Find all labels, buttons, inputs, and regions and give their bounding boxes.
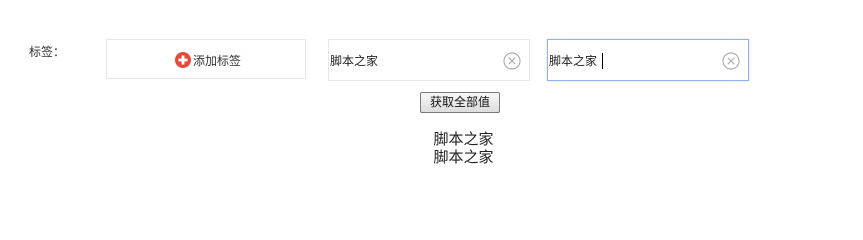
tag-field-2 [547,39,749,81]
add-tag-button[interactable]: 添加标签 [106,39,306,79]
tag-input-1[interactable] [329,40,500,80]
add-tag-label: 添加标签 [193,53,242,68]
add-tag-content: 添加标签 [175,52,241,68]
tag-field-1 [328,39,530,81]
get-all-values-button[interactable]: 获取全部值 [420,92,500,113]
tag-field-label: 标签： [29,45,66,59]
clear-circle-icon[interactable] [722,52,740,70]
tag-input-2[interactable] [548,40,719,80]
output-area: 脚本之家 脚本之家 [0,130,863,166]
plus-circle-icon [175,52,191,68]
clear-circle-icon[interactable] [503,52,521,70]
output-line: 脚本之家 [433,130,494,148]
text-caret [602,53,603,69]
output-line: 脚本之家 [433,148,494,166]
